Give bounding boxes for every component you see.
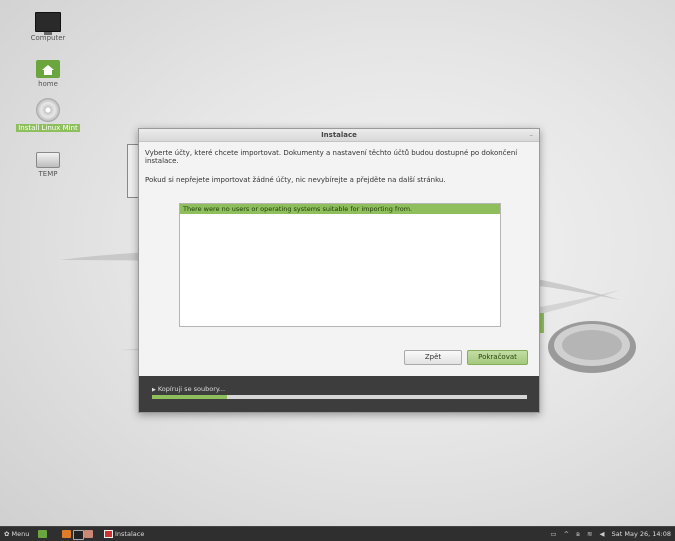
desktop-icon-temp[interactable]: TEMP — [13, 148, 83, 178]
system-tray: ▭ ^ ʙ ≋ ◀ Sat May 26, 14:08 — [550, 527, 671, 541]
window-title: Instalace — [321, 131, 357, 139]
accounts-list[interactable]: There were no users or operating systems… — [179, 203, 501, 327]
bluetooth-icon[interactable]: ʙ — [576, 527, 580, 541]
desktop-icon-computer[interactable]: Computer — [13, 12, 83, 42]
desktop-icon-install-linux-mint[interactable]: Install Linux Mint — [13, 98, 83, 132]
desktop-icon-home[interactable]: home — [13, 60, 83, 88]
drive-icon — [36, 152, 60, 168]
progress-label: Kopíruji se soubory... — [157, 385, 226, 393]
taskbar: ✿ Menu Instalace ▭ ^ ʙ ≋ ◀ Sat May 26, 1… — [0, 526, 675, 541]
installer-window: Instalace – Vyberte účty, které chcete i… — [138, 128, 540, 413]
mint-logo-decoration — [530, 313, 636, 373]
terminal-icon[interactable] — [73, 530, 84, 540]
firefox-icon[interactable] — [62, 530, 71, 538]
files-icon[interactable] — [84, 530, 93, 538]
list-item[interactable]: There were no users or operating systems… — [180, 204, 500, 214]
show-desktop-icon[interactable] — [38, 530, 47, 538]
task-label: Instalace — [115, 530, 145, 538]
disc-icon — [36, 98, 60, 122]
desktop-icon-label: TEMP — [38, 170, 58, 178]
continue-button[interactable]: Pokračovat — [467, 350, 528, 365]
wifi-icon[interactable]: ≋ — [587, 527, 592, 541]
progress-bar-fill — [152, 395, 227, 399]
progress-expander[interactable]: ▶ Kopíruji se soubory... — [152, 385, 225, 393]
intro-text-secondary: Pokud si nepřejete importovat žádné účty… — [145, 176, 446, 184]
minimize-icon[interactable]: – — [530, 129, 534, 141]
expander-arrow-icon: ▶ — [152, 387, 156, 393]
clock[interactable]: Sat May 26, 14:08 — [612, 530, 671, 538]
menu-button[interactable]: ✿ Menu — [4, 527, 29, 541]
chevron-up-icon[interactable]: ^ — [564, 527, 569, 541]
mint-menu-icon: ✿ — [4, 530, 10, 538]
back-button[interactable]: Zpět — [404, 350, 462, 365]
installer-icon — [104, 530, 113, 538]
window-titlebar[interactable]: Instalace – — [139, 129, 539, 142]
taskbar-item-instalace[interactable]: Instalace — [104, 527, 144, 541]
desktop-icon-label: Computer — [30, 34, 66, 42]
menu-label: Menu — [11, 530, 30, 538]
intro-text: Vyberte účty, které chcete importovat. D… — [145, 149, 518, 165]
network-icon[interactable]: ▭ — [550, 527, 556, 541]
desktop-icon-label: Install Linux Mint — [16, 124, 80, 132]
progress-bar — [152, 395, 527, 399]
volume-icon[interactable]: ◀ — [600, 527, 605, 541]
home-folder-icon — [36, 60, 60, 78]
progress-panel: ▶ Kopíruji se soubory... — [139, 376, 539, 412]
computer-icon — [35, 12, 61, 35]
desktop-icon-label: home — [38, 80, 58, 88]
